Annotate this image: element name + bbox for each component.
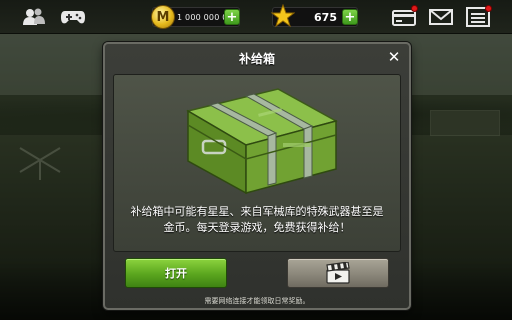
coin-icon: M [151, 5, 175, 29]
star-value: 675 [314, 10, 337, 24]
add-stars-button[interactable]: + [342, 9, 358, 25]
gamepad-icon[interactable] [61, 6, 85, 28]
supply-description: 补给箱中可能有星星、来自军械库的特殊武器甚至是 金币。每天登录游戏，免费获得补给… [113, 204, 401, 236]
coin-balance: M 1 000 000 000 + [151, 5, 240, 29]
notification-dot [411, 5, 418, 12]
close-button[interactable]: ✕ [385, 48, 403, 66]
description-line-1: 补给箱中可能有星星、来自军械库的特殊武器甚至是 [130, 205, 384, 218]
menu-icon[interactable] [466, 5, 492, 28]
top-bar: M 1 000 000 000 + 675 + [0, 0, 512, 34]
network-note: 需要网络连接才能领取日常奖励。 [204, 297, 310, 305]
supply-crate-image [186, 88, 338, 195]
supply-box-dialog: 补给箱 ✕ 补给箱中可能有星星、来自军械库的特殊武器甚至是 金币。每天登录游戏，… [103, 42, 411, 310]
open-button-label: 打开 [165, 267, 187, 280]
add-coins-button[interactable]: + [224, 9, 240, 25]
mail-icon[interactable] [429, 6, 453, 28]
dialog-title: 补给箱 [238, 52, 275, 66]
star-balance: 675 + [271, 4, 358, 28]
open-button[interactable]: 打开 [125, 258, 227, 288]
card-icon[interactable] [392, 5, 418, 28]
description-line-2: 金币。每天登录游戏，免费获得补给！ [163, 221, 351, 234]
star-icon [271, 4, 295, 28]
clapperboard-icon [326, 262, 350, 284]
notification-dot [485, 5, 492, 12]
watch-video-button[interactable] [287, 258, 389, 288]
close-icon: ✕ [387, 48, 401, 66]
friends-icon[interactable] [22, 6, 46, 28]
